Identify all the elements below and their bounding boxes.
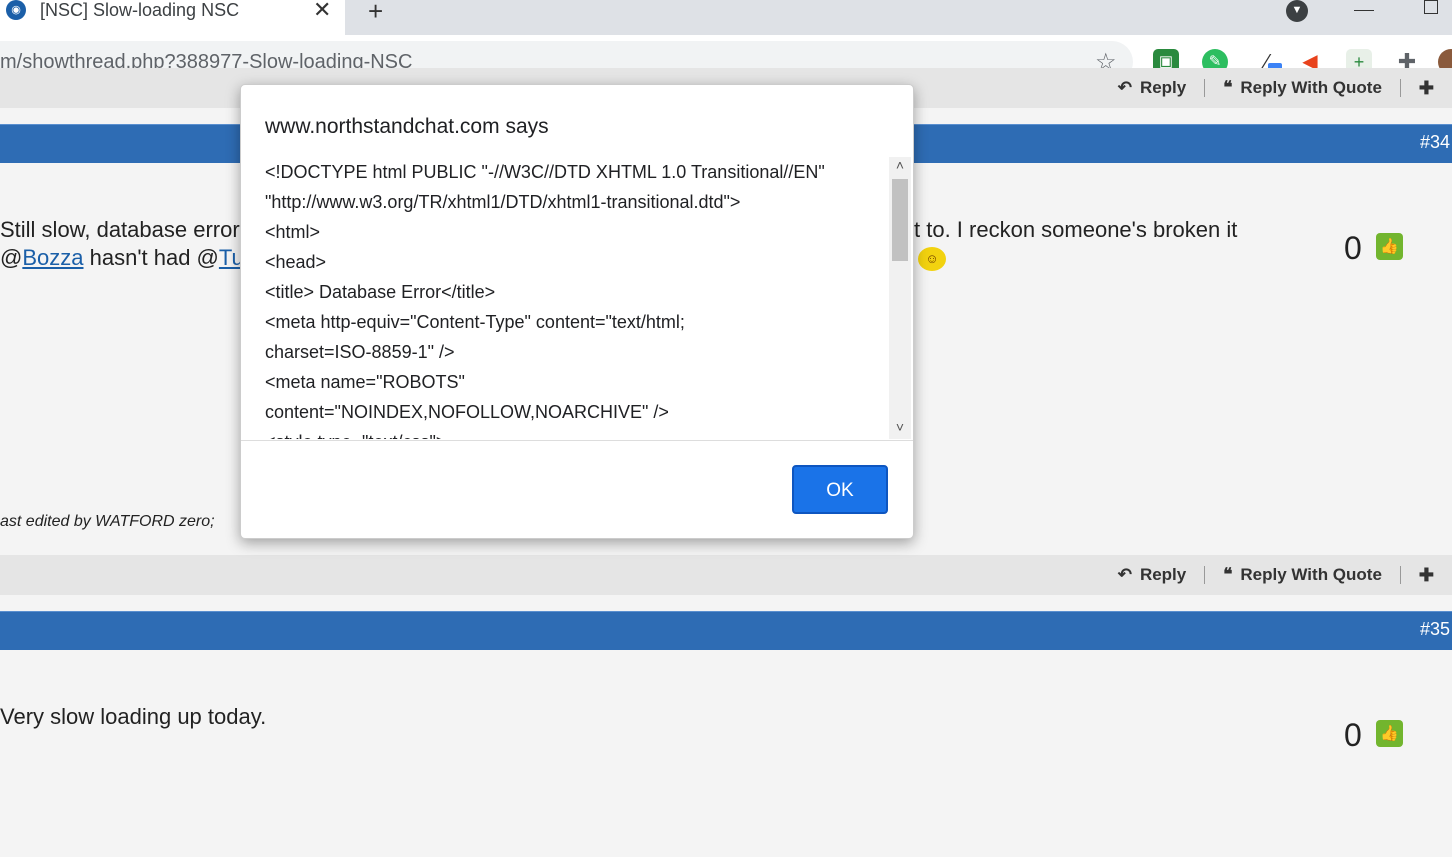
message-line: content="NOINDEX,NOFOLLOW,NOARCHIVE" /> (265, 402, 669, 422)
scroll-down-arrow-icon[interactable]: ˅ (889, 419, 911, 439)
post-34-actions: ↶ Reply ❝ Reply With Quote ✚ (0, 555, 1452, 595)
post-35-header: #35 (0, 611, 1452, 650)
quote-icon: ❝ (1223, 565, 1233, 584)
message-line: <head> (265, 252, 327, 272)
site-crest-icon: ◉ (6, 0, 26, 20)
alert-dialog: www.northstandchat.com says <!DOCTYPE ht… (240, 84, 914, 539)
like-count: 0 (1344, 230, 1362, 266)
post-35-text: Very slow loading up today. (0, 704, 267, 729)
close-tab-icon[interactable]: ✕ (313, 0, 331, 21)
reply-with-quote-button[interactable]: ❝ Reply With Quote (1205, 78, 1400, 98)
reply-icon: ↶ (1117, 78, 1132, 97)
message-line: <title> Database Error</title> (265, 282, 496, 302)
message-line: <!DOCTYPE html PUBLIC "-//W3C//DTD XHTML… (265, 162, 825, 182)
post-34-line1-end: t to. I reckon someone's broken it (914, 217, 1238, 242)
message-line: charset=ISO-8859-1" /> (265, 342, 455, 362)
post-34-line1: Still slow, database error (0, 217, 240, 242)
minimize-button[interactable] (1354, 0, 1374, 11)
restore-button[interactable] (1424, 0, 1438, 14)
quote-icon: ❝ (1223, 78, 1233, 97)
message-line: <meta http-equiv="Content-Type" content=… (265, 312, 685, 332)
reply-button[interactable]: ↶ Reply (1100, 78, 1205, 98)
message-line: <style type="text/css"> (265, 427, 446, 439)
browser-tab[interactable]: ◉ [NSC] Slow-loading NSC ✕ (0, 0, 345, 35)
dialog-message[interactable]: <!DOCTYPE html PUBLIC "-//W3C//DTD XHTML… (241, 157, 889, 439)
scroll-thumb[interactable] (892, 179, 908, 261)
message-scrollbar[interactable]: ˄ ˅ (889, 157, 911, 439)
reply-button[interactable]: ↶ Reply (1100, 565, 1205, 585)
multi-quote-icon[interactable]: ✚ (1401, 78, 1434, 99)
message-line: <meta name="ROBOTS" (265, 372, 465, 392)
mention-link[interactable]: Bozza (22, 245, 83, 270)
dialog-title: www.northstandchat.com says (265, 115, 549, 138)
reply-icon: ↶ (1117, 565, 1132, 584)
reply-with-quote-button[interactable]: ❝ Reply With Quote (1205, 565, 1400, 585)
last-edited-note: ast edited by WATFORD zero; (0, 513, 215, 530)
post-number[interactable]: #35 (1420, 612, 1450, 646)
like-button-icon[interactable]: 👍 (1376, 233, 1403, 260)
tab-search-icon[interactable]: ▼ (1286, 0, 1308, 22)
ok-button[interactable]: OK (792, 465, 888, 514)
divider (241, 440, 913, 441)
post-number[interactable]: #34 (1420, 125, 1450, 159)
like-button-icon[interactable]: 👍 (1376, 720, 1403, 747)
scroll-up-arrow-icon[interactable]: ˄ (889, 157, 911, 177)
tab-strip: ◉ [NSC] Slow-loading NSC ✕ + ▼ (0, 0, 1452, 35)
multi-quote-icon[interactable]: ✚ (1401, 565, 1434, 586)
new-tab-button[interactable]: + (368, 0, 383, 24)
message-line: "http://www.w3.org/TR/xhtml1/DTD/xhtml1-… (265, 192, 741, 212)
clapping-smiley-icon: ☺ (918, 247, 946, 271)
tab-title: [NSC] Slow-loading NSC (40, 0, 240, 20)
message-line: <html> (265, 222, 321, 242)
post-34-line2: @Bozza hasn't had @Tu (0, 245, 244, 270)
like-count: 0 (1344, 717, 1362, 753)
